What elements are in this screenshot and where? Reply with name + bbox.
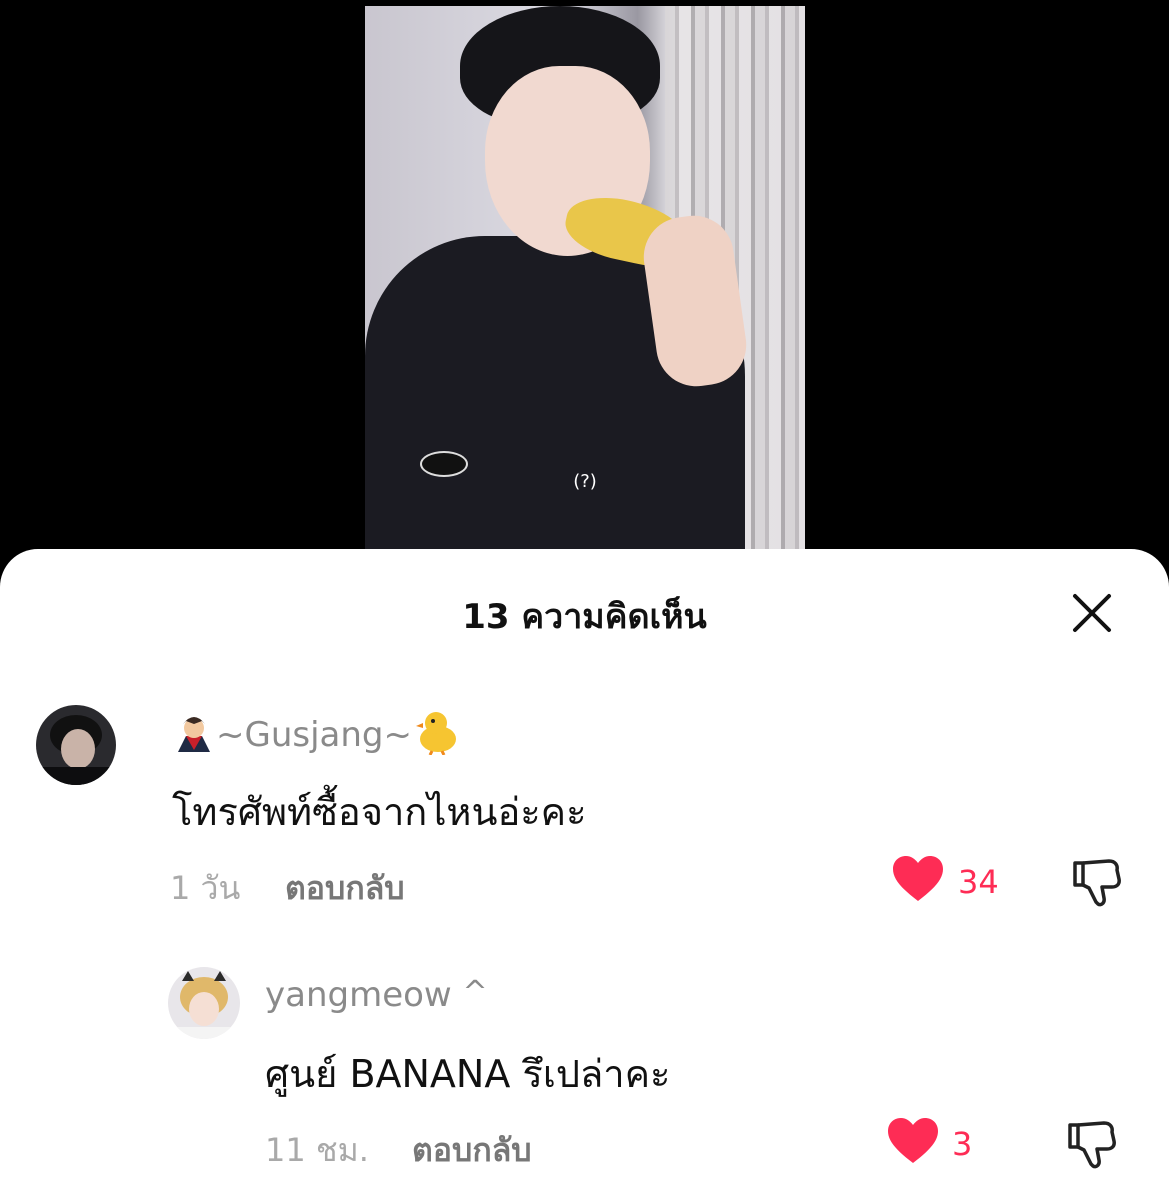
avatar[interactable] [168, 967, 240, 1039]
vampire-emoji [172, 710, 216, 763]
reply-button[interactable]: ตอบกลับ [285, 863, 405, 914]
heart-icon[interactable] [886, 1116, 940, 1170]
reply-time: 11 ชม. [265, 1131, 369, 1169]
dislike-icon[interactable] [1071, 855, 1125, 913]
dislike-icon[interactable] [1066, 1117, 1120, 1175]
like-count: 3 [952, 1125, 973, 1163]
avatar[interactable] [36, 705, 116, 785]
comment-time: 1 วัน [170, 869, 241, 907]
chick-emoji [412, 709, 462, 764]
video-player[interactable]: (?) [365, 6, 805, 551]
comments-count-title: 13 ความคิดเห็น [462, 597, 707, 637]
comment-username[interactable]: ~Gusjang~ [172, 709, 462, 764]
comments-sheet: 13 ความคิดเห็น ~Gusjang~ โทรศัพท์ซื้อจาก… [0, 549, 1169, 1181]
reply-button[interactable]: ตอบกลับ [412, 1125, 532, 1176]
comment-text: โทรศัพท์ซื้อจากไหนอ่ะคะ [172, 790, 587, 834]
reply-username[interactable]: yangmeow ^ [265, 975, 488, 1015]
video-caption: (?) [573, 471, 597, 492]
close-icon[interactable] [1067, 588, 1117, 638]
like-count: 34 [958, 863, 999, 901]
heart-icon[interactable] [891, 854, 945, 908]
reply-text: ศูนย์ BANANA รึเปล่าคะ [265, 1052, 671, 1096]
username-suffix: ^ [462, 975, 488, 1010]
